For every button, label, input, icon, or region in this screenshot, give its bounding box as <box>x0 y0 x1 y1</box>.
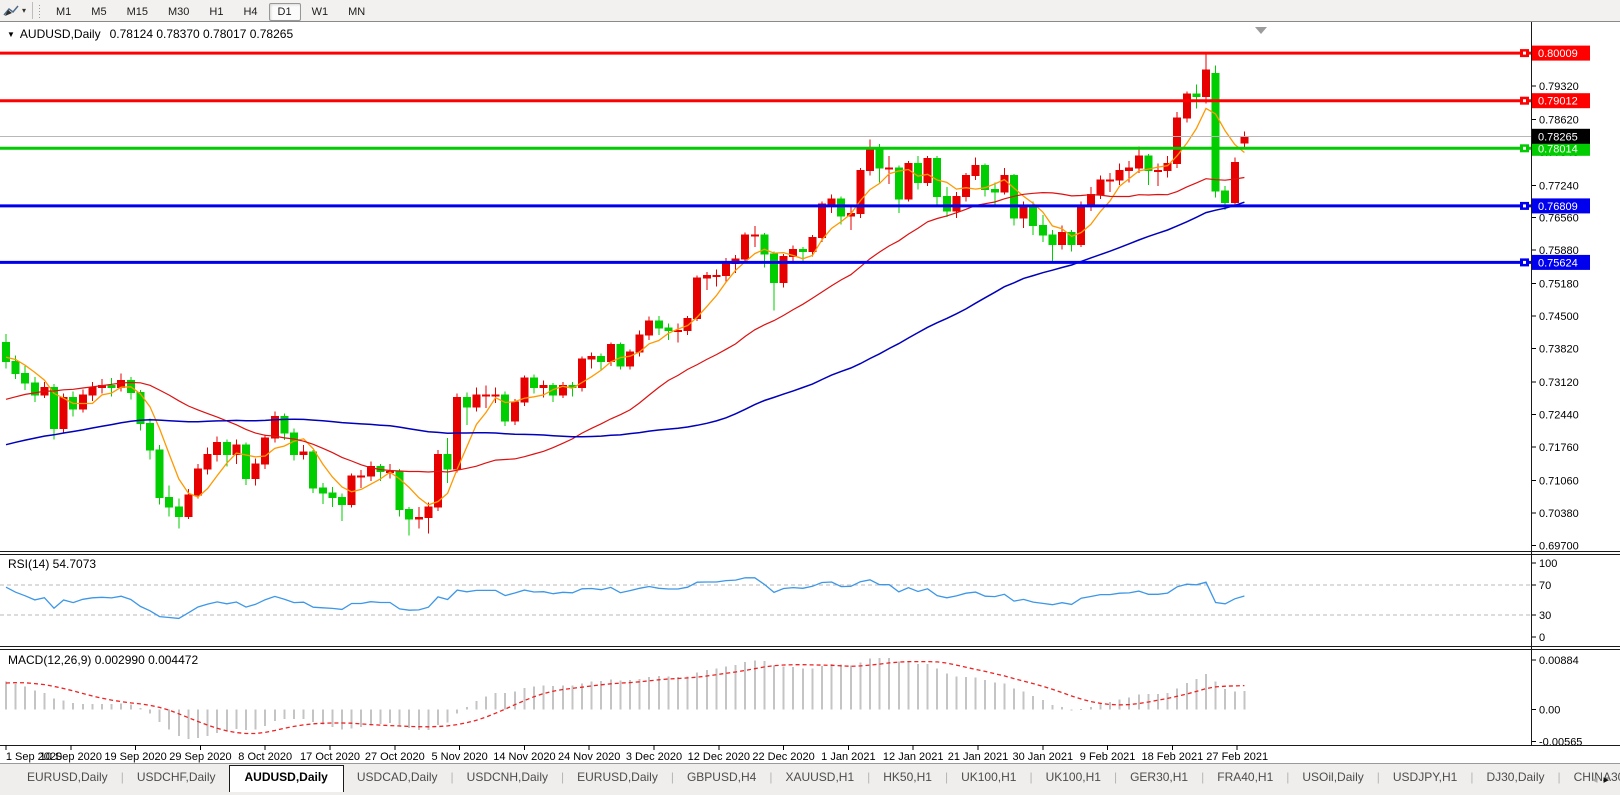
svg-text:12 Dec 2020: 12 Dec 2020 <box>688 751 750 763</box>
svg-text:14 Nov 2020: 14 Nov 2020 <box>493 751 555 763</box>
tab-eurusd-daily[interactable]: EURUSD,Daily <box>14 766 121 789</box>
svg-text:0.77240: 0.77240 <box>1539 180 1579 192</box>
timeframe-button-m1[interactable]: M1 <box>47 3 80 21</box>
timeframe-button-mn[interactable]: MN <box>339 3 374 21</box>
svg-text:3 Dec 2020: 3 Dec 2020 <box>626 751 682 763</box>
toolbar-grip[interactable] <box>38 4 42 18</box>
timeframe-buttons: M1M5M15M30H1H4D1W1MN <box>46 2 375 20</box>
svg-text:5 Nov 2020: 5 Nov 2020 <box>431 751 487 763</box>
timeframe-button-m30[interactable]: M30 <box>159 3 198 21</box>
svg-text:0.72440: 0.72440 <box>1539 410 1579 422</box>
svg-text:0.73820: 0.73820 <box>1539 344 1579 356</box>
svg-text:27 Oct 2020: 27 Oct 2020 <box>365 751 425 763</box>
macd-indicator-label: MACD(12,26,9) 0.002990 0.004472 <box>8 653 198 667</box>
svg-text:30 Jan 2021: 30 Jan 2021 <box>1013 751 1074 763</box>
svg-text:0.79320: 0.79320 <box>1539 81 1579 93</box>
svg-text:100: 100 <box>1539 558 1557 570</box>
svg-text:27 Feb 2021: 27 Feb 2021 <box>1206 751 1268 763</box>
svg-text:0.78014: 0.78014 <box>1538 143 1578 155</box>
svg-text:1 Jan 2021: 1 Jan 2021 <box>821 751 875 763</box>
tab-uk100-h1[interactable]: UK100,H1 <box>1033 766 1114 789</box>
svg-text:0.79012: 0.79012 <box>1538 96 1578 108</box>
chart-symbol-label: AUDUSD,Daily <box>20 27 101 41</box>
current-price-badge: 0.78265 <box>1532 129 1590 144</box>
tab-fra40-h1[interactable]: FRA40,H1 <box>1204 766 1286 789</box>
svg-text:18 Feb 2021: 18 Feb 2021 <box>1142 751 1204 763</box>
svg-text:70: 70 <box>1539 580 1551 592</box>
svg-text:29 Sep 2020: 29 Sep 2020 <box>169 751 231 763</box>
svg-text:0.74500: 0.74500 <box>1539 311 1579 323</box>
tab-usdcad-daily[interactable]: USDCAD,Daily <box>344 766 451 789</box>
timeframe-button-m15[interactable]: M15 <box>118 3 157 21</box>
svg-text:19 Sep 2020: 19 Sep 2020 <box>104 751 166 763</box>
timeframe-button-m5[interactable]: M5 <box>82 3 115 21</box>
title-marker-icon[interactable]: ▼ <box>7 30 15 39</box>
svg-text:9 Feb 2021: 9 Feb 2021 <box>1080 751 1136 763</box>
price-chart-canvas[interactable]: 0.793200.786200.779400.772400.765600.758… <box>0 22 1620 763</box>
chart-window[interactable]: 0.793200.786200.779400.772400.765600.758… <box>0 22 1620 763</box>
svg-text:0.00: 0.00 <box>1539 705 1560 717</box>
svg-text:0: 0 <box>1539 632 1545 644</box>
svg-text:0.00884: 0.00884 <box>1539 655 1579 667</box>
tab-scroll-buttons: ◂▸ <box>1592 773 1615 786</box>
svg-text:0.75624: 0.75624 <box>1538 257 1578 269</box>
svg-text:0.71060: 0.71060 <box>1539 475 1579 487</box>
tab-usdchf-daily[interactable]: USDCHF,Daily <box>124 766 229 789</box>
tab-xauusd-h1[interactable]: XAUUSD,H1 <box>772 766 867 789</box>
timeframe-button-h4[interactable]: H4 <box>234 3 266 21</box>
line-studies-icon[interactable] <box>1 3 21 19</box>
tab-scroll-right-icon[interactable]: ▸ <box>1603 774 1615 786</box>
chart-tab-bar: EURUSD,Daily|USDCHF,DailyAUDUSD,DailyUSD… <box>0 763 1620 795</box>
tab-eurusd-daily[interactable]: EURUSD,Daily <box>564 766 671 789</box>
svg-text:8 Oct 2020: 8 Oct 2020 <box>238 751 292 763</box>
tab-hk50-h1[interactable]: HK50,H1 <box>870 766 945 789</box>
tab-scroll-left-icon[interactable]: ◂ <box>1592 774 1604 786</box>
tab-usoil-daily[interactable]: USOil,Daily <box>1289 766 1376 789</box>
tab-ger30-h1[interactable]: GER30,H1 <box>1117 766 1201 789</box>
timeframe-button-d1[interactable]: D1 <box>269 3 301 21</box>
timeframe-toolbar: ▾ M1M5M15M30H1H4D1W1MN <box>0 0 1620 22</box>
svg-text:0.76560: 0.76560 <box>1539 213 1579 225</box>
tab-audusd-daily[interactable]: AUDUSD,Daily <box>229 765 344 792</box>
svg-text:21 Jan 2021: 21 Jan 2021 <box>948 751 1009 763</box>
tab-usdjpy-h1[interactable]: USDJPY,H1 <box>1380 766 1470 789</box>
svg-text:0.75180: 0.75180 <box>1539 279 1579 291</box>
svg-text:0.78265: 0.78265 <box>1538 131 1578 143</box>
svg-text:-0.00565: -0.00565 <box>1539 736 1582 748</box>
rsi-indicator-label: RSI(14) 54.7073 <box>8 557 96 571</box>
timeframe-button-w1[interactable]: W1 <box>303 3 338 21</box>
chart-ohlc-values: 0.78124 0.78370 0.78017 0.78265 <box>110 27 294 41</box>
chart-tabs: EURUSD,Daily|USDCHF,DailyAUDUSD,DailyUSD… <box>14 764 1620 792</box>
chart-title: ▼ AUDUSD,Daily 0.78124 0.78370 0.78017 0.7… <box>7 27 293 41</box>
tab-uk100-h1[interactable]: UK100,H1 <box>948 766 1029 789</box>
svg-text:17 Oct 2020: 17 Oct 2020 <box>300 751 360 763</box>
svg-text:0.71760: 0.71760 <box>1539 442 1579 454</box>
svg-text:0.80009: 0.80009 <box>1538 48 1578 60</box>
toolbar-separator <box>32 2 33 19</box>
svg-text:30: 30 <box>1539 610 1551 622</box>
svg-text:0.69700: 0.69700 <box>1539 540 1579 552</box>
chevron-down-icon[interactable]: ▾ <box>22 6 26 15</box>
svg-text:24 Nov 2020: 24 Nov 2020 <box>558 751 620 763</box>
svg-text:22 Dec 2020: 22 Dec 2020 <box>752 751 814 763</box>
svg-text:0.73120: 0.73120 <box>1539 377 1579 389</box>
svg-text:10 Sep 2020: 10 Sep 2020 <box>40 751 102 763</box>
svg-text:0.76809: 0.76809 <box>1538 201 1578 213</box>
tab-dj30-daily[interactable]: DJ30,Daily <box>1473 766 1557 789</box>
tab-gbpusd-h4[interactable]: GBPUSD,H4 <box>674 766 769 789</box>
trading-app-window: ▾ M1M5M15M30H1H4D1W1MN 0.79320 0.78620 0.7… <box>0 0 1620 795</box>
tab-usdcnh-daily[interactable]: USDCNH,Daily <box>454 766 561 789</box>
svg-text:12 Jan 2021: 12 Jan 2021 <box>883 751 944 763</box>
timeframe-button-h1[interactable]: H1 <box>200 3 232 21</box>
svg-text:0.78620: 0.78620 <box>1539 114 1579 126</box>
svg-text:0.70380: 0.70380 <box>1539 508 1579 520</box>
